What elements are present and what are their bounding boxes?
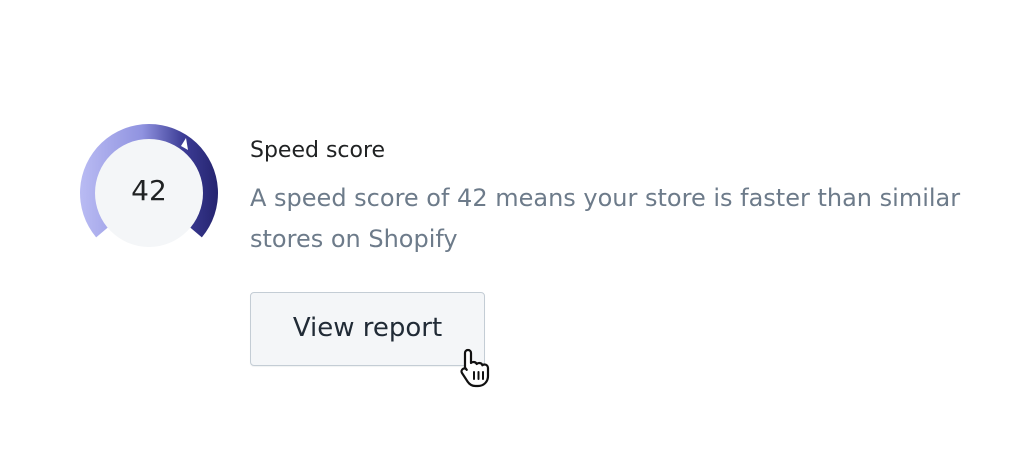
speed-score-gauge: 42	[80, 124, 218, 262]
speed-score-value: 42	[131, 174, 167, 207]
view-report-button[interactable]: View report	[250, 292, 485, 366]
speed-score-card: 42 Speed score A speed score of 42 means…	[0, 0, 1024, 472]
speed-score-description: A speed score of 42 means your store is …	[250, 184, 961, 253]
speed-score-title: Speed score	[250, 138, 386, 163]
hand-pointer-icon	[454, 346, 498, 390]
